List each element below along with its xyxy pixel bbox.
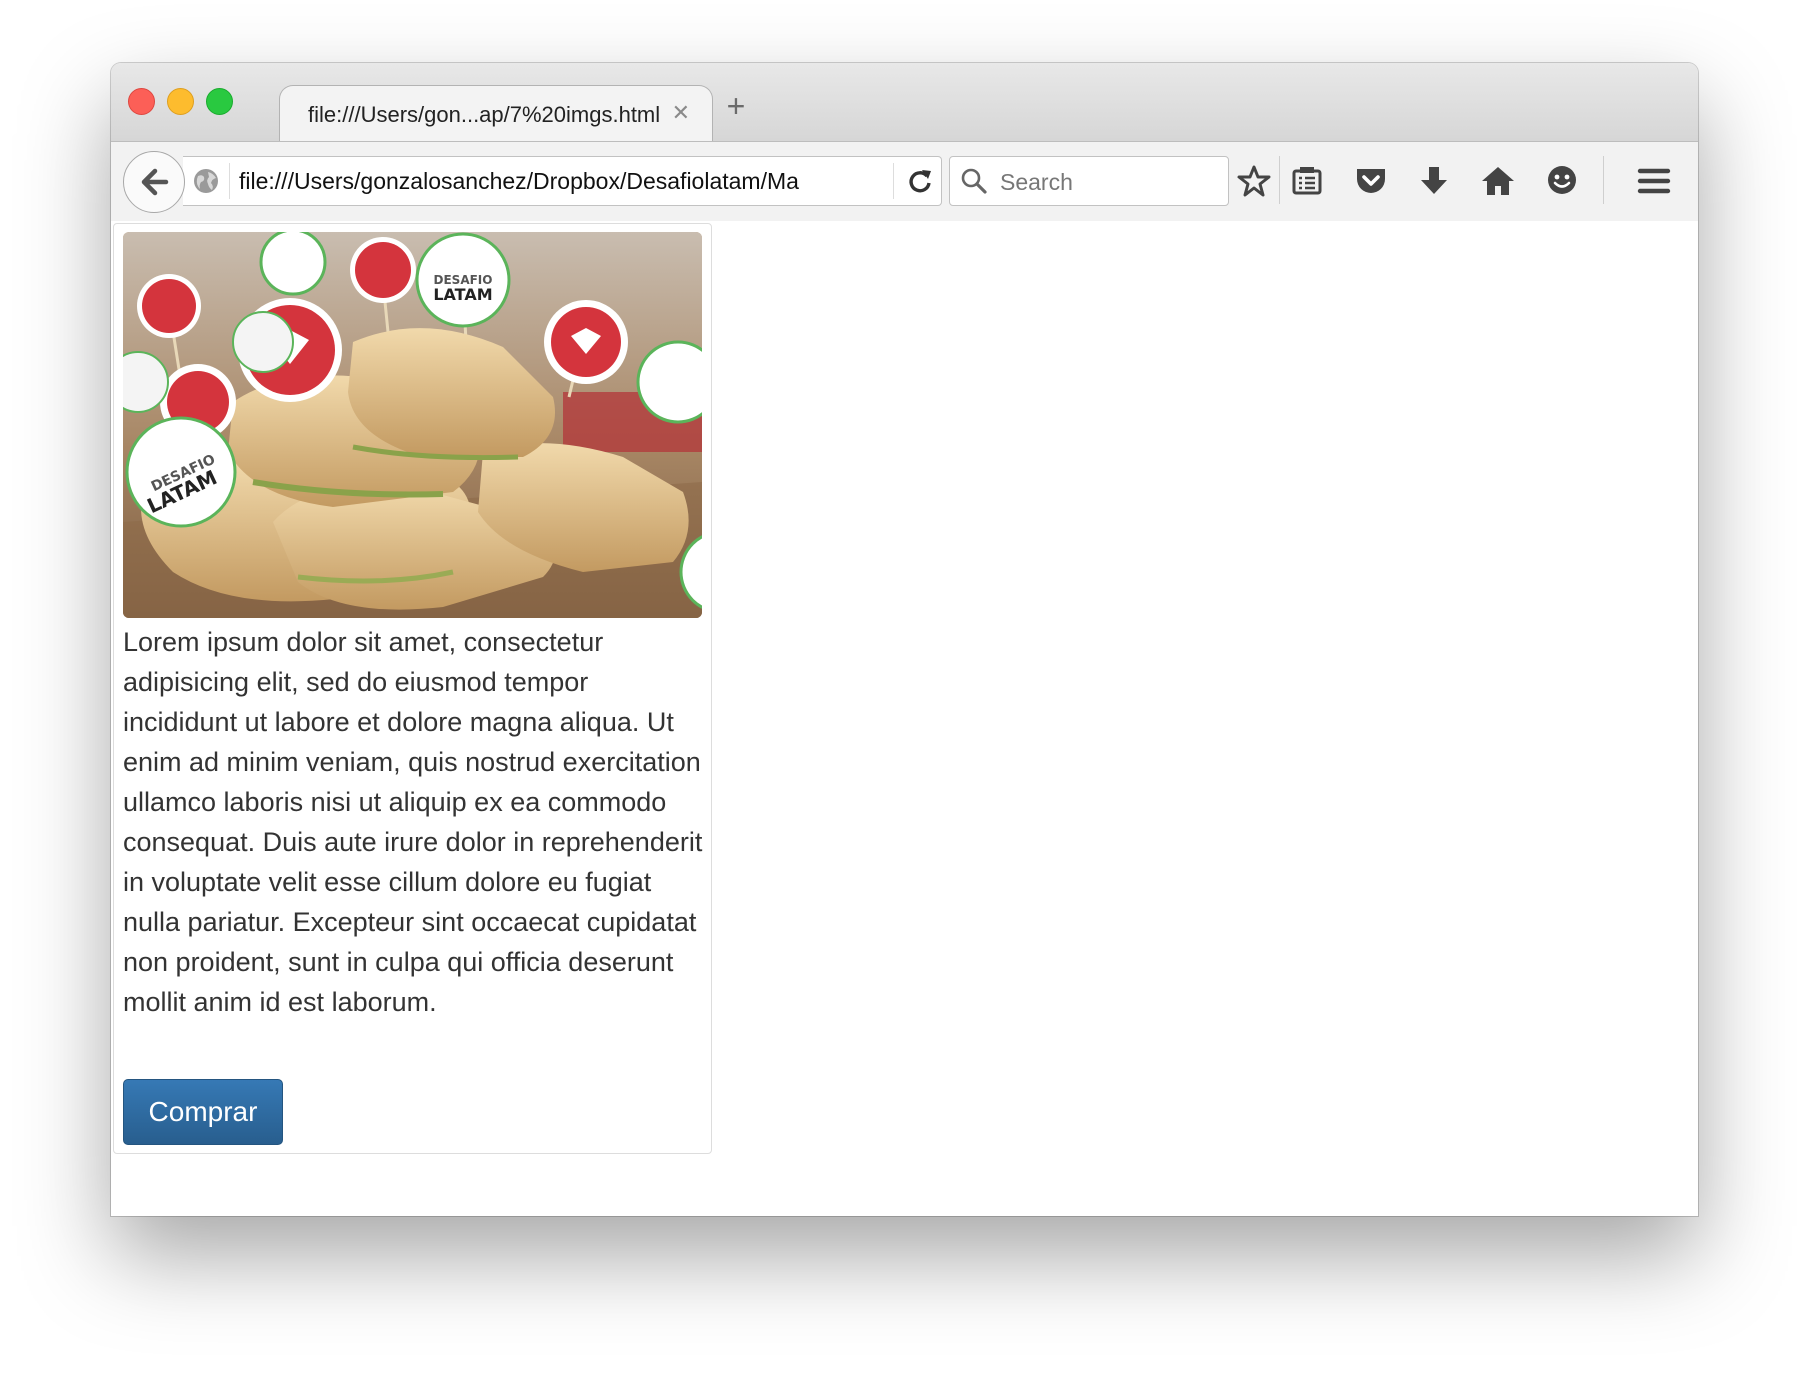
title-bar: file:///Users/gon...ap/7%20imgs.html ✕ + [111,63,1698,144]
toolbar-separator [1279,156,1280,204]
card-description: Lorem ipsum dolor sit amet, consectetur … [123,627,703,1017]
back-button[interactable] [123,151,185,213]
toolbar-separator [1603,156,1604,204]
new-tab-button[interactable]: + [719,89,753,123]
search-input[interactable] [998,165,1222,199]
browser-window: file:///Users/gon...ap/7%20imgs.html ✕ +… [111,63,1698,1216]
reading-list-icon[interactable] [1289,163,1325,199]
close-window-button[interactable] [128,88,155,115]
search-bar[interactable] [949,156,1229,206]
url-separator [229,163,230,199]
download-icon[interactable] [1416,163,1452,199]
svg-text:LATAM: LATAM [433,285,492,304]
product-card: DESAFIO LATAM DESAFIO LATAM Lorem ipsum … [113,223,712,1154]
search-icon [960,167,988,200]
reload-separator [893,163,894,199]
page-content: DESAFIO LATAM DESAFIO LATAM Lorem ipsum … [111,221,1698,1216]
minimize-window-button[interactable] [167,88,194,115]
tab-title: file:///Users/gon...ap/7%20imgs.html [308,102,661,127]
reload-icon[interactable] [906,167,934,200]
pocket-icon[interactable] [1353,163,1389,199]
navigation-toolbar: file:///Users/gonzalosanchez/Dropbox/Des… [111,141,1698,223]
hello-icon[interactable] [1544,163,1580,199]
menu-icon[interactable] [1636,163,1672,199]
maximize-window-button[interactable] [206,88,233,115]
tab-close-icon[interactable]: ✕ [672,100,690,126]
back-icon [141,168,169,196]
home-icon[interactable] [1480,163,1516,199]
browser-tab[interactable]: file:///Users/gon...ap/7%20imgs.html ✕ [279,85,713,144]
product-image: DESAFIO LATAM DESAFIO LATAM [123,232,702,618]
bookmark-star-icon[interactable] [1236,163,1272,199]
comprar-button[interactable]: Comprar [123,1079,283,1145]
url-text[interactable]: file:///Users/gonzalosanchez/Dropbox/Des… [239,168,799,195]
url-bar[interactable]: file:///Users/gonzalosanchez/Dropbox/Des… [183,156,942,206]
globe-icon [192,167,220,200]
